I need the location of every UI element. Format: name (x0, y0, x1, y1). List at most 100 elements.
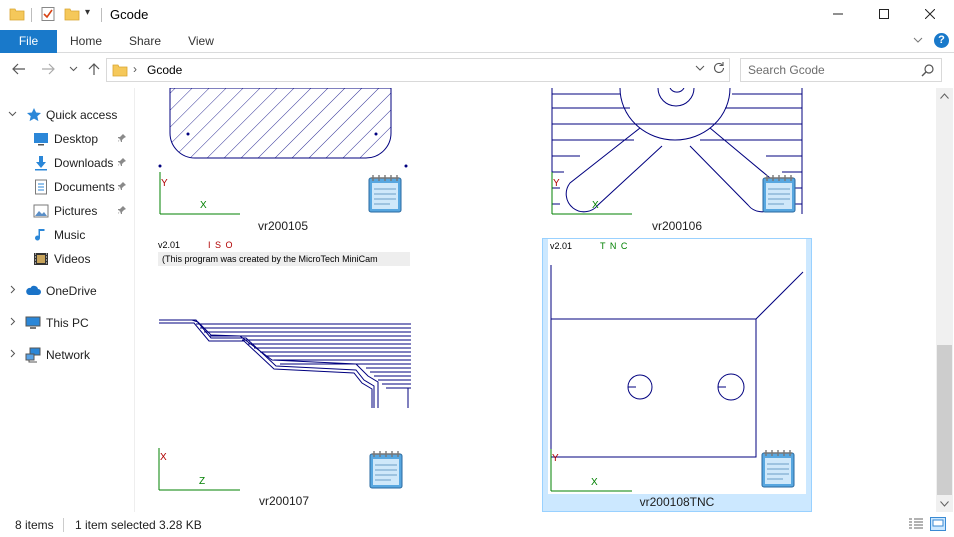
divider (63, 518, 64, 532)
nav-item-desktop[interactable]: Desktop (0, 128, 135, 150)
address-bar[interactable]: › Gcode (106, 58, 730, 82)
window-title: Gcode (110, 7, 149, 22)
file-name: vr200107 (258, 494, 310, 508)
onedrive-icon (25, 283, 41, 299)
customize-toolbar-icon[interactable]: ▾ (85, 7, 90, 18)
help-icon[interactable]: ? (934, 33, 949, 48)
expand-ribbon-icon[interactable] (913, 34, 923, 48)
notepad-icon (363, 172, 407, 218)
pin-icon[interactable] (117, 157, 127, 170)
this-pc-icon (25, 315, 41, 331)
close-button[interactable] (907, 0, 953, 28)
axis-label: X (160, 452, 167, 463)
file-item-vr200106[interactable]: Y X vr200106 (550, 88, 804, 238)
nav-label: Network (46, 348, 91, 362)
ribbon: File Home Share View ? (0, 30, 954, 53)
status-bar: 8 items 1 item selected 3.28 KB (0, 512, 954, 537)
details-view-icon[interactable] (908, 517, 924, 534)
nav-item-music[interactable]: Music (0, 224, 135, 246)
maximize-button[interactable] (861, 0, 907, 28)
selection-info: 1 item selected 3.28 KB (75, 518, 202, 532)
file-name: vr200105 (257, 219, 309, 233)
axis-label: Y (553, 178, 560, 189)
nav-label: Music (54, 228, 86, 242)
nav-label: Pictures (54, 204, 98, 218)
recent-locations-icon[interactable] (69, 64, 78, 75)
vertical-scrollbar[interactable] (936, 88, 953, 512)
nav-item-this-pc[interactable]: This PC (0, 312, 135, 334)
file-name: vr200106 (651, 219, 703, 233)
chevron-right-icon[interactable] (8, 317, 17, 329)
forward-arrow-icon[interactable] (41, 62, 55, 79)
nav-label: Desktop (54, 132, 99, 146)
file-thumbnail: Y X (550, 88, 804, 218)
pin-icon[interactable] (117, 133, 127, 146)
file-item-vr200108tnc[interactable]: v2.01 T N C Y X vr200108TNC (548, 238, 806, 512)
address-path[interactable]: Gcode (147, 63, 182, 77)
file-thumbnail: v2.01 I S O (This program was created by… (156, 238, 412, 494)
large-icons-view-icon[interactable] (930, 517, 946, 534)
axis-label: X (592, 200, 599, 211)
search-input[interactable]: Search Gcode (748, 63, 825, 77)
back-arrow-icon[interactable] (12, 62, 26, 79)
minimize-button[interactable] (815, 0, 861, 28)
file-item-vr200107[interactable]: v2.01 I S O (This program was created by… (156, 238, 412, 512)
navigation-bar: › Gcode Search Gcode (0, 54, 954, 86)
scroll-up-icon[interactable] (940, 91, 949, 101)
pictures-icon (33, 203, 49, 219)
notepad-icon (757, 172, 801, 218)
documents-icon (33, 179, 49, 195)
desktop-icon (33, 131, 49, 147)
nav-item-pictures[interactable]: Pictures (0, 200, 135, 222)
nav-item-documents[interactable]: Documents (0, 176, 135, 198)
tab-file[interactable]: File (0, 30, 57, 53)
file-item-vr200105[interactable]: Y X vr200105 (158, 88, 408, 238)
chevron-down-icon[interactable] (695, 63, 705, 76)
navigation-pane: Quick access Desktop Downloads Documents (0, 88, 135, 512)
nav-label: Quick access (46, 108, 118, 122)
pin-icon[interactable] (117, 205, 127, 218)
item-count: 8 items (15, 518, 54, 532)
folder-icon (112, 63, 128, 80)
nav-item-onedrive[interactable]: OneDrive (0, 280, 135, 302)
axis-label: X (591, 477, 598, 488)
file-thumbnail: v2.01 T N C Y X (548, 239, 806, 494)
nav-quick-access[interactable]: Quick access (0, 104, 135, 126)
star-icon (26, 107, 42, 123)
network-icon (25, 347, 41, 363)
nav-item-videos[interactable]: Videos (0, 248, 135, 270)
divider (31, 8, 32, 22)
music-icon (33, 227, 49, 243)
nav-label: This PC (46, 316, 89, 330)
file-thumbnail: Y X (158, 88, 408, 218)
file-list[interactable]: Y X vr200105 Y X vr200106 v2.01 I S O (T… (136, 88, 936, 512)
axis-label: Y (161, 178, 168, 189)
chevron-right-icon[interactable]: › (133, 62, 137, 76)
nav-item-network[interactable]: Network (0, 344, 135, 366)
nav-label: OneDrive (46, 284, 97, 298)
tab-view[interactable]: View (176, 30, 226, 53)
downloads-icon (33, 155, 49, 171)
chevron-down-icon[interactable] (8, 109, 17, 121)
search-box[interactable]: Search Gcode (740, 58, 942, 82)
properties-icon[interactable] (40, 4, 56, 24)
chevron-right-icon[interactable] (8, 349, 17, 361)
notepad-icon (364, 448, 408, 494)
chevron-right-icon[interactable] (8, 285, 17, 297)
up-arrow-icon[interactable] (87, 62, 101, 79)
nav-label: Documents (54, 180, 115, 194)
notepad-icon (756, 447, 800, 494)
search-icon[interactable] (921, 63, 935, 80)
tab-share[interactable]: Share (116, 30, 174, 53)
axis-label: Z (199, 476, 206, 487)
tab-home[interactable]: Home (58, 30, 114, 53)
pin-icon[interactable] (117, 181, 127, 194)
nav-item-downloads[interactable]: Downloads (0, 152, 135, 174)
scrollbar-thumb[interactable] (937, 345, 952, 495)
divider (101, 8, 102, 22)
axis-label: Y (552, 453, 559, 464)
refresh-icon[interactable] (712, 61, 726, 78)
axis-label: X (200, 200, 207, 211)
scroll-down-icon[interactable] (940, 499, 949, 509)
new-folder-icon[interactable] (64, 4, 80, 24)
